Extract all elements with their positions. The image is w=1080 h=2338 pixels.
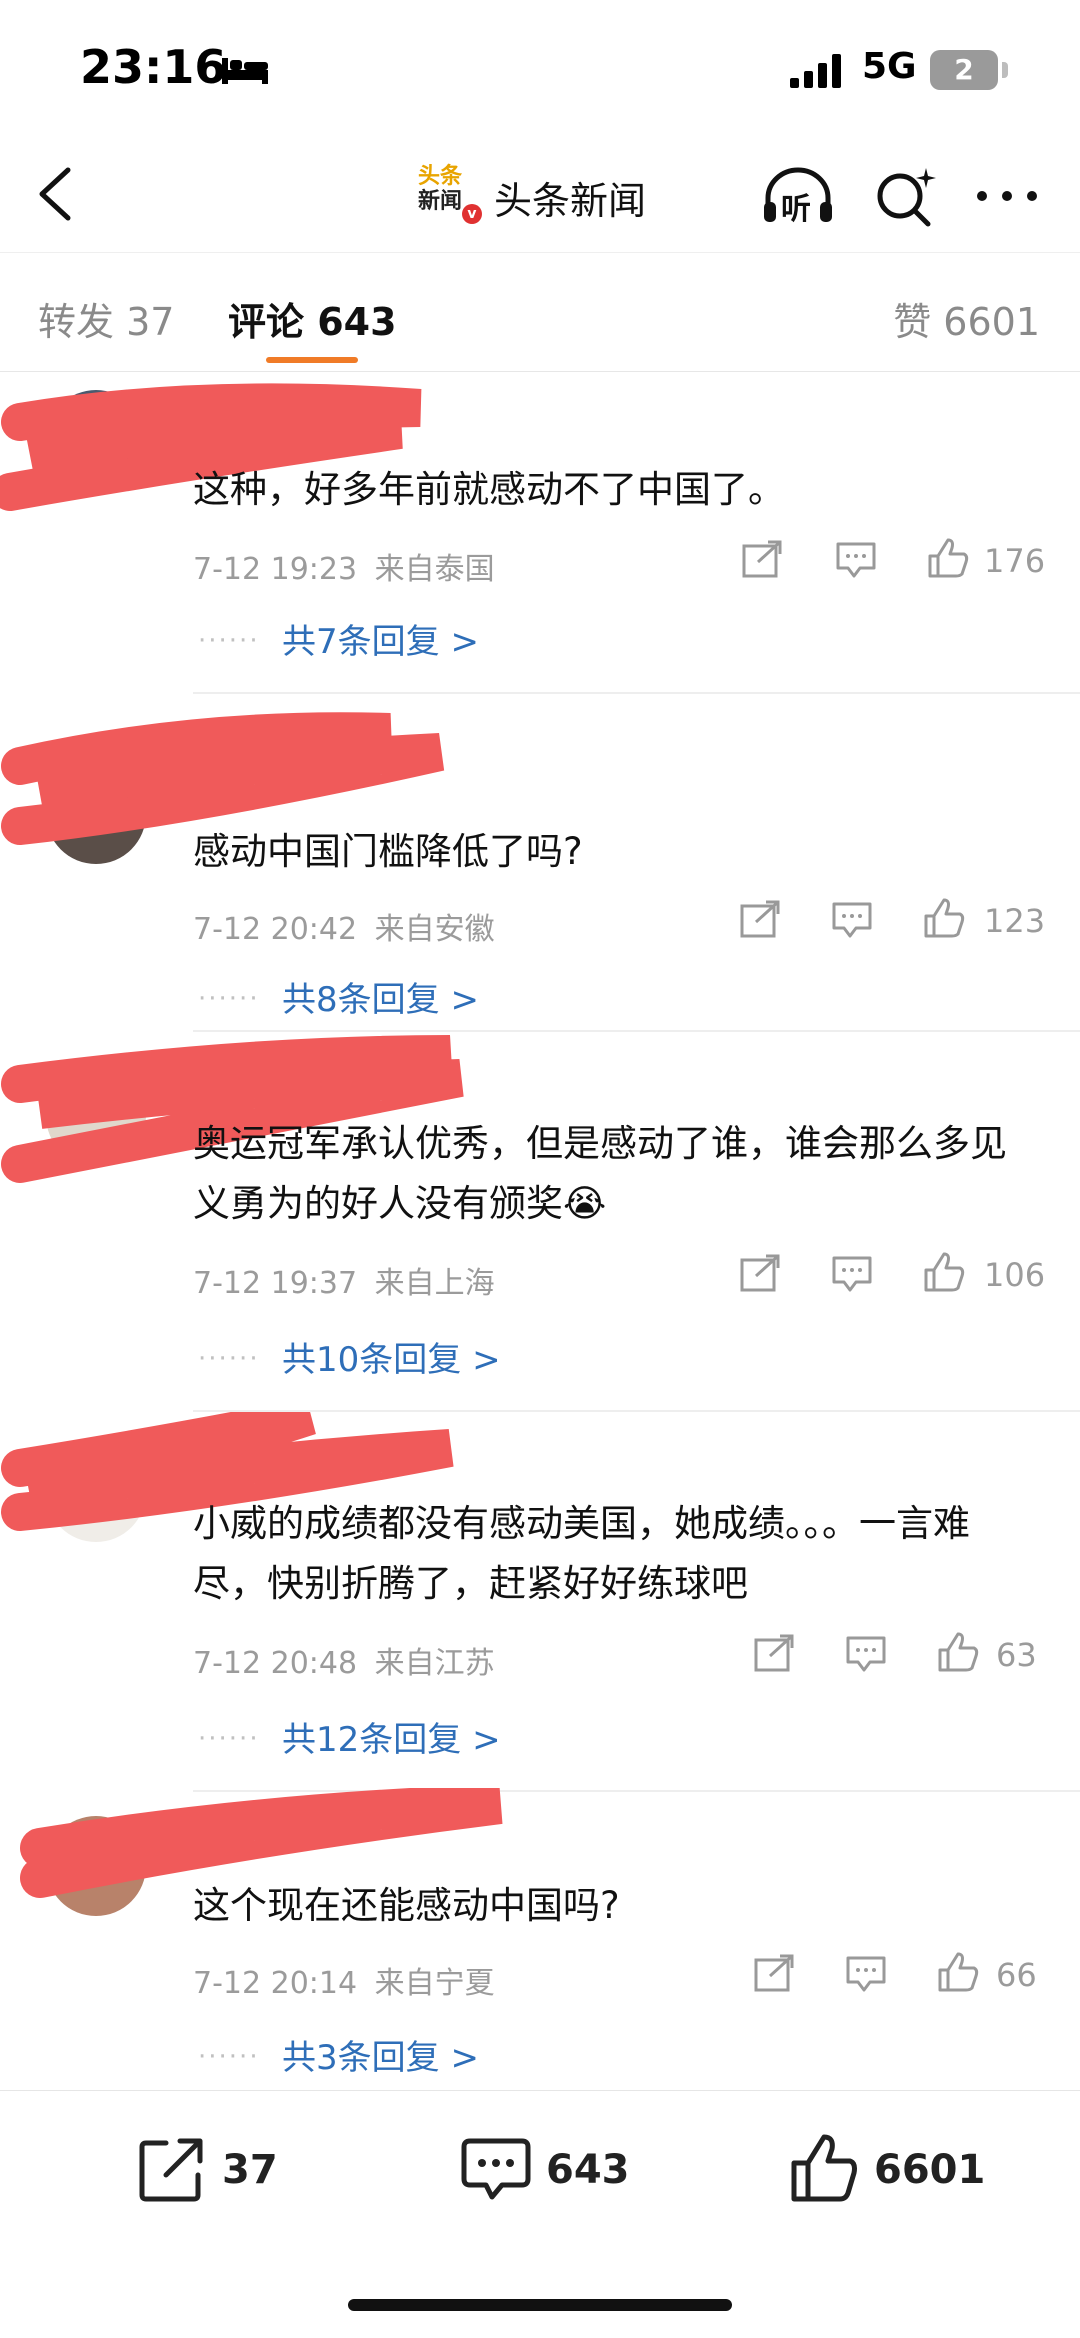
account-logo[interactable]: 头条 新闻 v bbox=[418, 164, 482, 226]
repost-count: 37 bbox=[222, 2147, 278, 2193]
sleep-mode-icon bbox=[222, 58, 268, 84]
reply-dots: ······ bbox=[198, 984, 260, 1014]
like-icon[interactable] bbox=[922, 898, 966, 938]
comment-meta: 7-12 19:23 来自泰国 bbox=[193, 544, 495, 588]
comment-location: 来自上海 bbox=[374, 1266, 495, 1301]
share-icon[interactable] bbox=[752, 1954, 796, 1994]
share-icon[interactable] bbox=[740, 540, 784, 580]
verified-badge-icon: v bbox=[462, 204, 482, 224]
reply-icon[interactable] bbox=[830, 900, 874, 940]
comment-text: 这个现在还能感动中国吗? bbox=[193, 1884, 620, 1927]
network-type: 5G bbox=[862, 46, 917, 87]
view-replies-link[interactable]: 共8条回复 > bbox=[282, 972, 479, 1021]
battery-icon: 2 bbox=[930, 50, 998, 90]
signal-icon bbox=[790, 54, 841, 88]
comment-meta: 7-12 20:14 来自宁夏 bbox=[193, 1958, 495, 2002]
like-count-total: 6601 bbox=[874, 2147, 986, 2193]
share-icon[interactable] bbox=[752, 1634, 796, 1674]
reply-dots: ······ bbox=[198, 1724, 260, 1754]
reply-icon[interactable] bbox=[844, 1634, 888, 1674]
comment-time: 7-12 19:37 bbox=[193, 1266, 358, 1301]
comment-item: 这个现在还能感动中国吗? 7-12 20:14 来自宁夏 66 ······ 共… bbox=[0, 1788, 1080, 2092]
repost-icon bbox=[139, 2138, 203, 2202]
divider bbox=[193, 692, 1080, 694]
like-icon[interactable] bbox=[936, 1632, 980, 1672]
like-icon[interactable] bbox=[922, 1252, 966, 1292]
share-icon[interactable] bbox=[738, 1254, 782, 1294]
reply-dots: ······ bbox=[198, 626, 260, 656]
battery-tip bbox=[1002, 62, 1008, 78]
comment-item: 奥运冠军承认优秀，但是感动了谁，谁会那么多见义勇为的好人没有颁奖😭 7-12 1… bbox=[0, 1032, 1080, 1412]
reply-icon[interactable] bbox=[844, 1954, 888, 1994]
status-bar: 23:16 5G 2 bbox=[0, 0, 1080, 140]
status-time: 23:16 bbox=[80, 40, 227, 94]
comment-location: 来自江苏 bbox=[374, 1646, 495, 1681]
comment-time: 7-12 20:14 bbox=[193, 1966, 358, 2001]
nav-bar: 头条 新闻 v 头条新闻 听 bbox=[0, 140, 1080, 250]
comment-time: 7-12 20:42 bbox=[193, 912, 358, 947]
more-icon[interactable] bbox=[972, 164, 1042, 228]
like-count: 63 bbox=[996, 1636, 1037, 1674]
tab-comments[interactable]: 评论 643 bbox=[228, 291, 397, 346]
comment-icon bbox=[461, 2138, 531, 2200]
back-arrow-icon[interactable] bbox=[28, 162, 88, 226]
comment-time: 7-12 19:23 bbox=[193, 552, 358, 587]
comment-item: 小威的成绩都没有感动美国，她成绩。。。一言难尽，快别折腾了，赶紧好好练球吧 7-… bbox=[0, 1412, 1080, 1792]
reply-icon[interactable] bbox=[830, 1254, 874, 1294]
tab-bar: 转发 37 评论 643 赞 6601 bbox=[0, 252, 1080, 372]
reply-icon[interactable] bbox=[834, 540, 878, 580]
page-title[interactable]: 头条新闻 bbox=[494, 170, 646, 225]
like-icon bbox=[791, 2134, 857, 2202]
listen-icon[interactable]: 听 bbox=[760, 164, 836, 228]
active-tab-indicator bbox=[266, 357, 358, 363]
reply-dots: ······ bbox=[198, 2042, 260, 2072]
comment-meta: 7-12 19:37 来自上海 bbox=[193, 1258, 495, 1302]
comment-meta: 7-12 20:42 来自安徽 bbox=[193, 904, 495, 948]
comment-item: 感动中国门槛降低了吗? 7-12 20:42 来自安徽 123 ······ 共… bbox=[0, 702, 1080, 1032]
comment-text: 小威的成绩都没有感动美国，她成绩。。。一言难尽，快别折腾了，赶紧好好练球吧 bbox=[193, 1502, 970, 1605]
like-count: 106 bbox=[984, 1256, 1046, 1294]
view-replies-link[interactable]: 共3条回复 > bbox=[282, 2030, 479, 2079]
comment-text: 这种，好多年前就感动不了中国了。 bbox=[193, 468, 785, 511]
view-replies-link[interactable]: 共10条回复 > bbox=[282, 1332, 501, 1381]
logo-line-1: 头条 bbox=[418, 164, 463, 189]
home-indicator[interactable] bbox=[348, 2299, 732, 2311]
share-icon[interactable] bbox=[738, 900, 782, 940]
comment-item: 这种，好多年前就感动不了中国了。 7-12 19:23 来自泰国 176 ···… bbox=[0, 372, 1080, 702]
comment-location: 来自安徽 bbox=[374, 912, 495, 947]
comment-list: 这种，好多年前就感动不了中国了。 7-12 19:23 来自泰国 176 ···… bbox=[0, 372, 1080, 2092]
search-ai-icon[interactable] bbox=[870, 164, 940, 228]
comment-location: 来自泰国 bbox=[374, 552, 495, 587]
like-count: 176 bbox=[984, 542, 1046, 580]
comment-text: 感动中国门槛降低了吗? bbox=[193, 830, 583, 873]
tab-likes[interactable]: 赞 6601 bbox=[893, 291, 1040, 346]
tab-repost[interactable]: 转发 37 bbox=[38, 291, 174, 346]
like-count: 123 bbox=[984, 902, 1046, 940]
like-icon[interactable] bbox=[936, 1952, 980, 1992]
comment-time: 7-12 20:48 bbox=[193, 1646, 358, 1681]
listen-label: 听 bbox=[781, 192, 811, 227]
comment-meta: 7-12 20:48 来自江苏 bbox=[193, 1638, 495, 1682]
like-count: 66 bbox=[996, 1956, 1037, 1994]
comment-location: 来自宁夏 bbox=[374, 1966, 495, 2001]
comment-count: 643 bbox=[546, 2147, 630, 2193]
bottom-action-bar: 37 643 6601 bbox=[0, 2090, 1080, 2338]
view-replies-link[interactable]: 共7条回复 > bbox=[282, 614, 479, 663]
comment-text: 奥运冠军承认优秀，但是感动了谁，谁会那么多见义勇为的好人没有颁奖😭 bbox=[193, 1122, 1007, 1225]
reply-dots: ······ bbox=[198, 1344, 260, 1374]
view-replies-link[interactable]: 共12条回复 > bbox=[282, 1712, 501, 1761]
like-icon[interactable] bbox=[926, 538, 970, 578]
